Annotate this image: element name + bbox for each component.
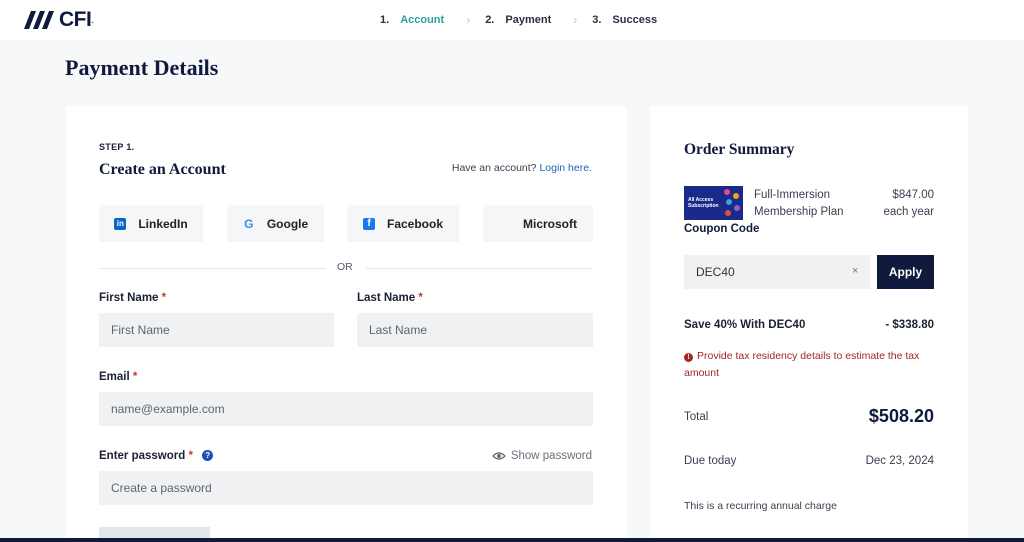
plan-price: $847.00 each year xyxy=(883,187,934,221)
first-name-label-text: First Name xyxy=(99,292,159,304)
step-label: Success xyxy=(612,14,658,26)
top-bar: CFI . 1. Account › 2. Payment › 3. Succe… xyxy=(0,0,1024,40)
linkedin-login-button[interactable]: in LinkedIn xyxy=(99,205,203,242)
show-password-label: Show password xyxy=(510,450,592,462)
eye-icon xyxy=(491,452,506,460)
last-name-label: Last Name * xyxy=(357,292,423,304)
plan-name-line-2: Membership Plan xyxy=(754,206,844,218)
microsoft-icon xyxy=(499,218,511,230)
google-label: Google xyxy=(266,216,309,231)
email-label-text: Email xyxy=(99,371,130,383)
brand-name: CFI xyxy=(59,8,92,31)
have-account-label: Have an account? xyxy=(451,162,537,174)
page-title: Payment Details xyxy=(65,55,219,80)
checkout-steps: 1. Account › 2. Payment › 3. Success xyxy=(380,13,657,27)
badge-icon xyxy=(733,193,739,199)
google-login-button[interactable]: G Google xyxy=(227,205,324,242)
step-payment: 2. Payment xyxy=(485,14,551,26)
total-label: Total xyxy=(684,411,709,423)
coupon-code-label: Coupon Code xyxy=(684,223,760,235)
have-account-text: Have an account? Login here. xyxy=(452,162,592,174)
help-icon[interactable]: ? xyxy=(202,450,214,461)
divider-line xyxy=(99,268,326,269)
google-icon: G xyxy=(244,216,254,231)
chevron-right-icon: › xyxy=(573,13,578,27)
step-indicator: STEP 1. xyxy=(99,142,135,152)
facebook-login-button[interactable]: f Facebook xyxy=(347,205,459,242)
step-number: 2. xyxy=(485,14,495,26)
badge-icon xyxy=(725,210,731,216)
last-name-label-text: Last Name xyxy=(357,292,416,304)
first-name-input[interactable] xyxy=(99,313,334,347)
plan-price-amount: $847.00 xyxy=(892,189,934,201)
microsoft-login-button[interactable]: Microsoft xyxy=(483,205,593,242)
required-marker: * xyxy=(132,371,138,383)
clear-coupon-icon[interactable]: × xyxy=(852,265,858,277)
create-account-card: STEP 1. Create an Account Have an accoun… xyxy=(66,106,627,542)
plan-thumbnail: All Access Subscription xyxy=(684,186,743,220)
badge-icon xyxy=(734,205,740,211)
chevron-right-icon: › xyxy=(466,13,471,27)
step-account: 1. Account xyxy=(380,14,444,26)
apply-coupon-button[interactable]: Apply xyxy=(877,255,934,289)
bottom-strip xyxy=(0,538,1024,542)
tax-warning-text: Provide tax residency details to estimat… xyxy=(684,350,920,379)
password-label: Enter password * ? xyxy=(99,450,214,462)
social-login-row: in LinkedIn G Google f Facebook Microsof… xyxy=(99,205,593,242)
required-marker: * xyxy=(188,450,193,462)
required-marker: * xyxy=(418,292,423,304)
plan-name-line-1: Full-Immersion xyxy=(754,189,831,201)
order-summary-card: Order Summary All Access Subscription Fu… xyxy=(650,106,968,542)
tax-warning[interactable]: ! Provide tax residency details to estima… xyxy=(684,348,934,382)
summary-title: Order Summary xyxy=(684,141,795,158)
due-today-label: Due today xyxy=(684,455,737,467)
facebook-icon: f xyxy=(362,217,375,230)
coupon-code-input[interactable] xyxy=(684,255,870,289)
badge-icon xyxy=(724,189,730,195)
password-input[interactable] xyxy=(99,471,593,505)
linkedin-label: LinkedIn xyxy=(138,216,188,231)
cfi-logo-mark-icon xyxy=(24,11,54,29)
discount-amount: - $338.80 xyxy=(885,319,934,331)
step-number: 3. xyxy=(592,14,602,26)
section-title: Create an Account xyxy=(99,161,226,178)
cfi-logo[interactable]: CFI . xyxy=(22,8,94,32)
last-name-input[interactable] xyxy=(357,313,593,347)
or-divider: OR xyxy=(99,261,593,275)
first-name-label: First Name * xyxy=(99,292,166,304)
step-success: 3. Success xyxy=(592,14,657,26)
email-input[interactable] xyxy=(99,392,593,426)
recurring-note: This is a recurring annual charge xyxy=(684,500,837,512)
plan-price-period: each year xyxy=(883,206,934,218)
step-label: Payment xyxy=(505,14,552,26)
thumb-line-2: Subscription xyxy=(688,203,719,209)
or-text: OR xyxy=(337,261,353,273)
discount-label: Save 40% With DEC40 xyxy=(684,319,806,331)
brand-dot: . xyxy=(91,14,95,26)
linkedin-icon: in xyxy=(114,217,127,230)
login-link[interactable]: Login here. xyxy=(539,162,592,174)
due-date: Dec 23, 2024 xyxy=(865,455,934,467)
alert-icon: ! xyxy=(684,353,693,362)
show-password-toggle[interactable]: Show password xyxy=(491,450,592,462)
email-label: Email * xyxy=(99,371,137,383)
step-label: Account xyxy=(400,14,445,26)
required-marker: * xyxy=(161,292,167,304)
divider-line xyxy=(366,268,593,269)
badge-icon xyxy=(726,199,732,205)
plan-thumbnail-text: All Access Subscription xyxy=(688,197,719,209)
facebook-label: Facebook xyxy=(386,216,443,231)
plan-name: Full-Immersion Membership Plan xyxy=(754,187,843,221)
password-label-text: Enter password xyxy=(99,450,186,462)
microsoft-label: Microsoft xyxy=(523,216,577,231)
step-number: 1. xyxy=(380,14,390,26)
total-amount: $508.20 xyxy=(868,406,934,426)
